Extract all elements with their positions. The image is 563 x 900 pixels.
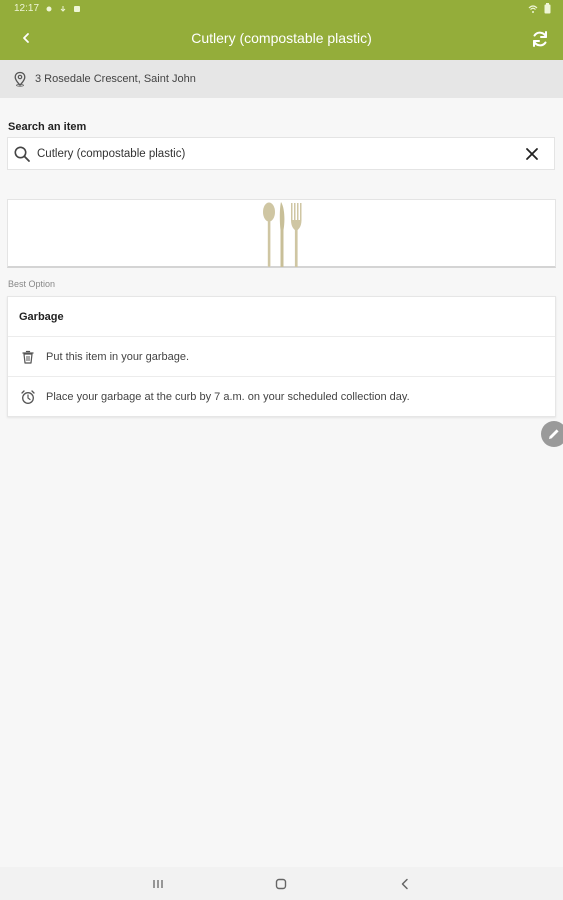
address-text: 3 Rosedale Crescent, Saint John (35, 73, 196, 85)
wifi-icon (528, 4, 538, 13)
close-icon[interactable] (524, 146, 540, 162)
nav-back-icon[interactable] (398, 877, 412, 891)
app-bar: Cutlery (compostable plastic) (0, 18, 563, 60)
cutlery-image (263, 202, 302, 267)
instruction-row: Place your garbage at the curb by 7 a.m.… (8, 377, 555, 417)
search-input[interactable] (35, 146, 509, 161)
edit-button[interactable] (541, 421, 563, 447)
result-heading-row: Garbage (8, 297, 555, 337)
trash-can-icon (22, 350, 34, 364)
page-title: Cutlery (compostable plastic) (191, 30, 372, 46)
notification-icon (46, 6, 52, 11)
download-icon (60, 5, 66, 12)
alarm-clock-icon (21, 390, 35, 404)
location-pin-icon (14, 71, 26, 87)
system-nav-bar (0, 867, 563, 900)
best-option-label: Best Option (8, 279, 56, 289)
instruction-text: Place your garbage at the curb by 7 a.m.… (46, 391, 410, 403)
status-time: 12:17 (14, 3, 40, 14)
instruction-text: Put this item in your garbage. (46, 350, 190, 363)
pencil-icon (549, 429, 559, 439)
result-heading: Garbage (19, 310, 64, 323)
battery-icon (544, 3, 551, 14)
refresh-icon[interactable] (529, 28, 551, 50)
app-notification-icon (74, 5, 81, 12)
result-card: Garbage Put this item in your garbage. P… (7, 296, 556, 417)
instruction-row: Put this item in your garbage. (8, 337, 555, 377)
recent-apps-icon[interactable] (151, 877, 165, 891)
home-icon[interactable] (274, 877, 288, 891)
search-label: Search an item (8, 121, 87, 133)
search-icon (14, 146, 30, 162)
status-bar: 12:17 (0, 0, 563, 18)
search-box (7, 137, 555, 170)
address-bar[interactable]: 3 Rosedale Crescent, Saint John (0, 60, 563, 98)
item-image-panel (7, 199, 556, 268)
